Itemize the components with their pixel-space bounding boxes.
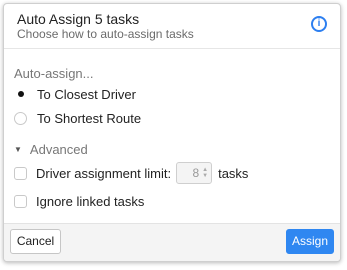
shortest-route-radio[interactable] [14,111,27,125]
caret-down-icon: ▼ [14,145,22,154]
driver-limit-stepper[interactable]: 8 ▲ ▼ [176,162,213,184]
dialog-header: Auto Assign 5 tasks Choose how to auto-a… [4,4,340,49]
ignore-linked-label: Ignore linked tasks [36,194,145,209]
closest-driver-radio[interactable] [14,87,27,101]
dialog-title: Auto Assign 5 tasks [17,11,140,27]
shortest-route-option[interactable]: To Shortest Route [14,109,141,127]
driver-limit-suffix: tasks [218,165,249,181]
driver-limit-row: Driver assignment limit: 8 ▲ ▼ tasks [14,162,248,184]
cancel-button[interactable]: Cancel [10,229,61,254]
stepper-arrows-icon[interactable]: ▲ ▼ [202,167,208,179]
closest-driver-label: To Closest Driver [37,86,136,102]
assign-button[interactable]: Assign [286,229,334,254]
driver-limit-label: Driver assignment limit: [36,165,172,181]
auto-assign-label: Auto-assign... [14,66,94,81]
driver-limit-checkbox[interactable] [14,166,27,180]
ignore-linked-checkbox[interactable] [14,195,27,208]
closest-driver-option[interactable]: To Closest Driver [14,85,136,103]
ignore-linked-row: Ignore linked tasks [14,194,144,209]
auto-assign-dialog: Auto Assign 5 tasks Choose how to auto-a… [3,3,341,262]
dialog-footer: Cancel Assign [4,223,340,261]
shortest-route-label: To Shortest Route [37,110,142,126]
driver-limit-value: 8 [192,166,200,180]
info-icon[interactable]: i [311,16,327,32]
advanced-toggle[interactable]: ▼ Advanced [14,142,88,157]
advanced-label: Advanced [29,142,88,157]
dialog-subtitle: Choose how to auto-assign tasks [17,27,194,41]
